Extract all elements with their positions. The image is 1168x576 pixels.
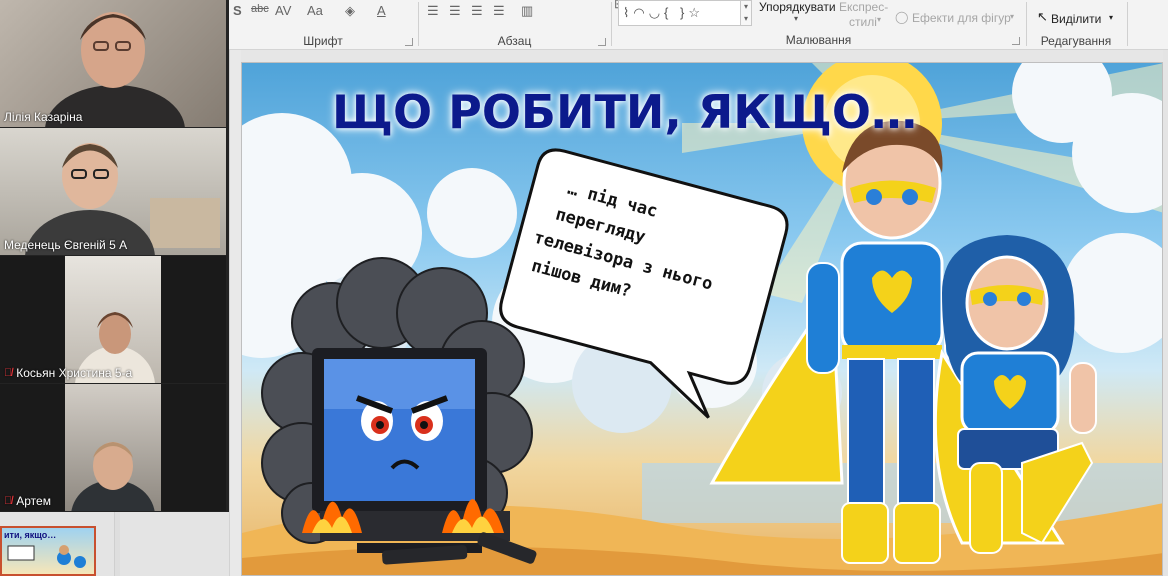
pane-edge (114, 512, 120, 576)
select-cursor-icon[interactable]: ↖ (1037, 9, 1048, 25)
font-dialog-launcher-icon[interactable] (405, 38, 413, 46)
drawing-group-label: Малювання (785, 33, 852, 47)
participant-tile[interactable]: 🎙̸ Косьян Христина 5-а (0, 256, 226, 383)
participant-face-image (75, 312, 155, 383)
ribbon-divider (1127, 2, 1128, 46)
participant-video (65, 384, 161, 511)
vertical-scrollbar[interactable] (1163, 50, 1168, 576)
participant-tile-active[interactable]: Меденець Євгеній 5 А (0, 128, 226, 255)
editing-group-label: Редагування (1040, 34, 1112, 48)
font-group: S abc AV Aa ◈ A Шрифт (229, 0, 417, 50)
participant-tile[interactable]: 🎙̸ Артем (0, 384, 226, 511)
participant-name-text: Артем (16, 494, 51, 508)
pane-divider[interactable] (229, 50, 241, 576)
align-left-icon[interactable]: ☰ (427, 3, 439, 19)
chevron-down-icon[interactable]: ▾ (1109, 13, 1113, 22)
select-button[interactable]: Виділити (1051, 12, 1101, 26)
participant-video (65, 256, 161, 383)
mic-muted-icon: 🎙̸ (4, 495, 13, 507)
participant-face-image (45, 12, 185, 127)
slide-illustration: … під час перегляду телевізора з нього п… (242, 63, 1162, 575)
participant-name-text: Лілія Казаріна (4, 110, 83, 124)
quick-styles-button[interactable]: Експрес- (839, 0, 888, 14)
shapes-gallery[interactable]: ⌇◠◡{ }☆ (618, 0, 742, 26)
strikethrough-button[interactable]: abc (251, 3, 269, 15)
shape-effects-button[interactable]: Ефекти для фігур (912, 11, 1011, 25)
slide-canvas[interactable]: … під час перегляду телевізора з нього п… (241, 62, 1163, 576)
participant-video (0, 128, 226, 255)
char-spacing-button[interactable]: AV (275, 3, 291, 18)
shape-effects-icon[interactable]: ◯ (895, 10, 908, 24)
arrange-button[interactable]: Упорядкувати (759, 0, 836, 14)
slide-thumbnail[interactable]: ити, якщо… (0, 526, 96, 576)
align-right-icon[interactable]: ☰ (471, 3, 483, 19)
paragraph-dialog-launcher-icon[interactable] (598, 38, 606, 46)
participant-name-text: Меденець Євгеній 5 А (4, 238, 128, 252)
chevron-down-icon[interactable]: ▾ (1010, 12, 1014, 21)
quick-styles-button-line2[interactable]: стилі (849, 15, 877, 29)
participant-name: 🎙̸ Косьян Христина 5-а (4, 366, 132, 380)
shapes-gallery-more-icon[interactable]: ▾ ▾ (740, 0, 752, 26)
participant-name-text: Косьян Христина 5-а (16, 366, 133, 380)
align-center-icon[interactable]: ☰ (449, 3, 461, 19)
ribbon: S abc AV Aa ◈ A Шрифт ☰ ☰ ☰ ☰ ▥ Абзац ⊞ … (229, 0, 1168, 50)
participant-name: Меденець Євгеній 5 А (4, 238, 127, 252)
change-case-button[interactable]: Aa (307, 3, 323, 18)
columns-icon[interactable]: ▥ (521, 3, 533, 19)
clear-format-icon[interactable]: ◈ (345, 3, 355, 19)
mic-muted-icon: 🎙̸ (4, 367, 13, 379)
participant-tile[interactable]: Лілія Казаріна (0, 0, 226, 127)
participant-face-image (25, 143, 220, 255)
shadow-button[interactable]: S (233, 3, 242, 18)
participant-face-image (71, 442, 155, 511)
font-group-label: Шрифт (303, 34, 343, 48)
drawing-dialog-launcher-icon[interactable] (1012, 37, 1020, 45)
editing-group: ↖ Виділити ▾ Редагування (1027, 0, 1125, 50)
slide-title[interactable]: ЩО РОБИТИ, ЯКЩО… (332, 85, 917, 139)
participant-name: 🎙̸ Артем (4, 494, 51, 508)
chevron-down-icon[interactable]: ▾ (794, 14, 798, 23)
paragraph-group: ☰ ☰ ☰ ☰ ▥ Абзац (419, 0, 610, 50)
justify-icon[interactable]: ☰ (493, 3, 505, 19)
paragraph-group-label: Абзац (497, 34, 532, 48)
slide-thumbnail-image (7, 545, 86, 568)
chevron-down-icon[interactable]: ▾ (877, 15, 881, 24)
participant-video (0, 0, 226, 127)
participant-name: Лілія Казаріна (4, 110, 82, 124)
participant-gallery: Лілія Казаріна Меденець Євгеній 5 А 🎙̸ Ко… (0, 0, 229, 512)
font-color-button[interactable]: A (377, 3, 386, 18)
